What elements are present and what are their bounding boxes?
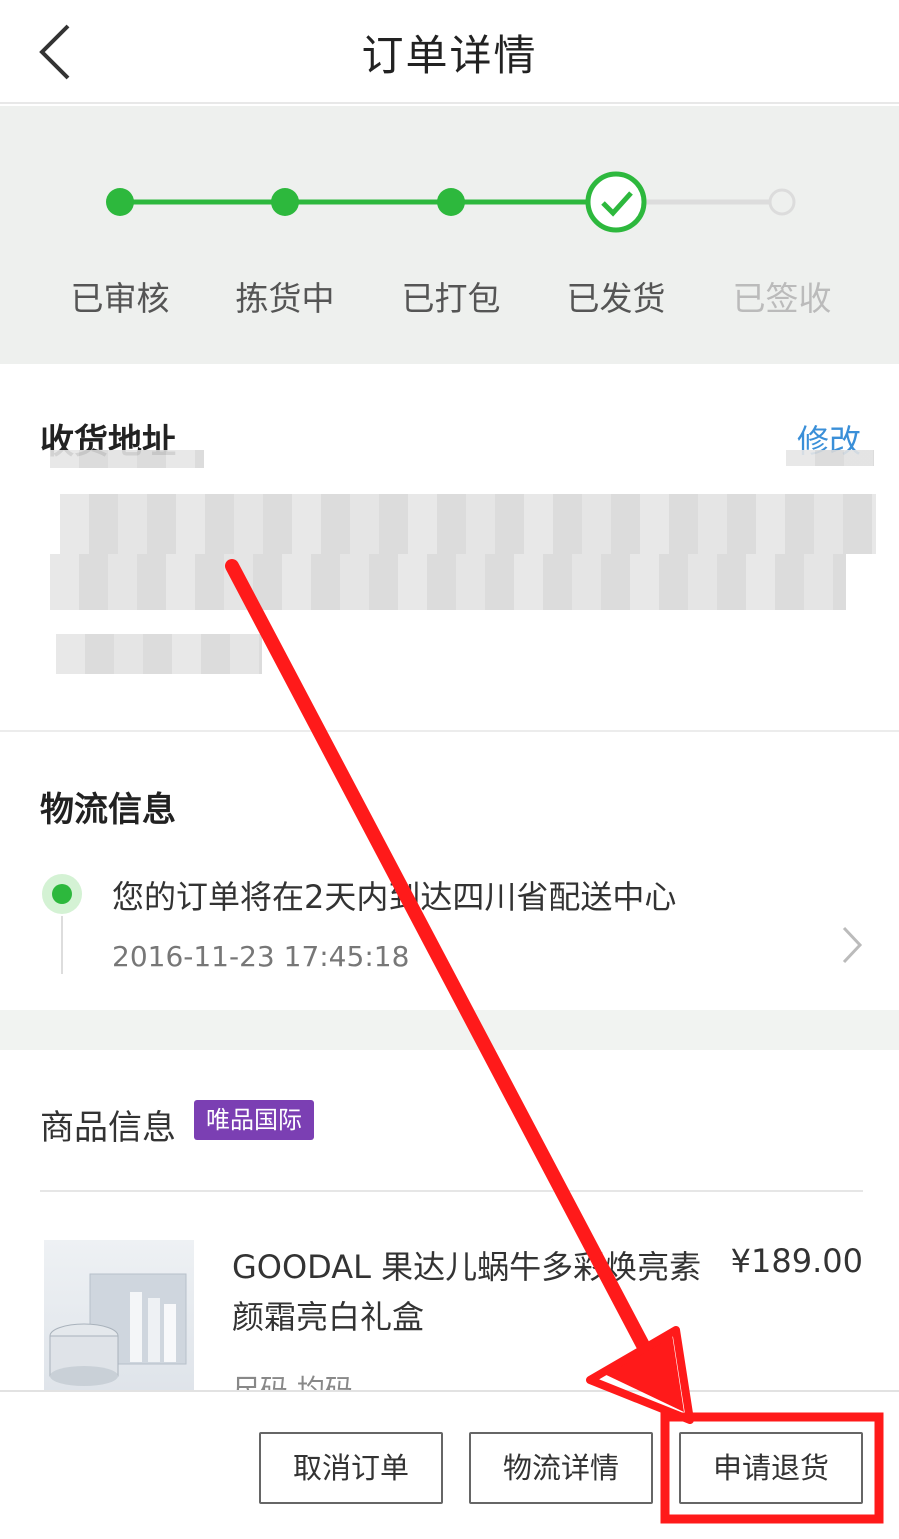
progress-track xyxy=(106,171,796,233)
step-label-1: 已审核 xyxy=(70,279,170,318)
cancel-order-button[interactable]: 取消订单 xyxy=(259,1432,443,1504)
apply-return-button[interactable]: 申请退货 xyxy=(679,1432,863,1504)
step-label-2: 拣货中 xyxy=(235,279,335,318)
blurred-address-line-1 xyxy=(60,494,876,554)
section-gap xyxy=(0,1010,899,1050)
tracking-timeline-line xyxy=(61,916,63,974)
logistics-section[interactable]: 物流信息 您的订单将在2天内到达四川省配送中心 2016-11-23 17:45… xyxy=(0,734,899,1010)
top-bar: 订单详情 xyxy=(0,0,899,104)
page-title: 订单详情 xyxy=(361,31,538,80)
blurred-phone xyxy=(56,634,262,674)
chevron-right-icon xyxy=(842,926,863,964)
blurred-name xyxy=(50,450,204,468)
step-label-5: 已签收 xyxy=(732,279,832,318)
step-dot-pending xyxy=(768,188,796,216)
address-section: 收货地址 修改 xyxy=(0,364,899,732)
step-current-ring xyxy=(585,171,647,233)
step-label-3: 已打包 xyxy=(401,279,501,318)
logistics-detail-button[interactable]: 物流详情 xyxy=(469,1432,653,1504)
tracking-message: 您的订单将在2天内到达四川省配送中心 xyxy=(112,878,677,916)
product-price: ¥189.00 xyxy=(730,1242,863,1280)
step-dot-2 xyxy=(271,188,299,216)
step-label-4: 已发货 xyxy=(566,279,666,318)
tracking-time: 2016-11-23 17:45:18 xyxy=(112,940,410,973)
product-name[interactable]: GOODAL 果达儿蜗牛多彩焕亮素颜霜亮白礼盒 xyxy=(232,1242,712,1342)
step-dot-1 xyxy=(106,188,134,216)
tracking-status-icon xyxy=(42,874,82,914)
logistics-title: 物流信息 xyxy=(40,790,176,830)
order-progress: 已审核 拣货中 已打包 已发货 已签收 xyxy=(0,106,899,364)
blurred-edit-underlay xyxy=(786,450,874,466)
product-section: 商品信息 唯品国际 GOODAL 果达儿蜗牛多彩焕亮素颜霜亮白礼盒 ¥189.0… xyxy=(0,1050,899,1390)
vip-international-badge: 唯品国际 xyxy=(194,1100,314,1140)
product-section-title: 商品信息 xyxy=(40,1108,176,1148)
step-dot-3 xyxy=(437,188,465,216)
product-box-icon xyxy=(49,1273,187,1386)
blurred-address-line-2 xyxy=(50,554,846,610)
bottom-action-bar: 取消订单 物流详情 申请退货 xyxy=(0,1390,899,1539)
product-size: 尺码 均码 xyxy=(232,1373,353,1390)
divider xyxy=(40,1190,863,1192)
product-image[interactable] xyxy=(44,1240,194,1390)
